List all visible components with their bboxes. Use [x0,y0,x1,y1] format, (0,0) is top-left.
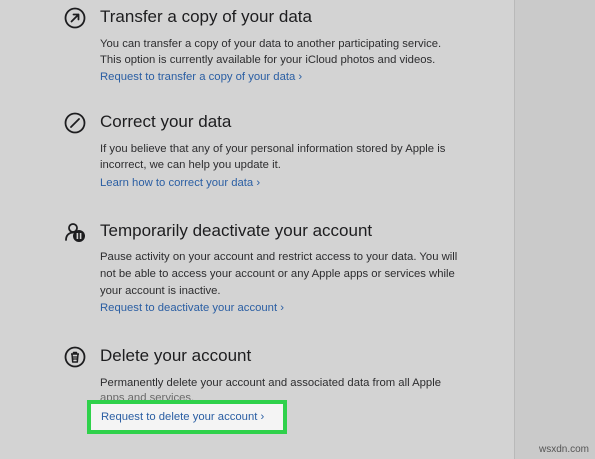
section-desc-line: your account is inactive. [100,285,221,297]
account-pause-icon [64,221,86,243]
edit-slash-icon [64,112,86,134]
section-title-correct: Correct your data [100,112,232,131]
section-desc-line: Pause activity on your account and restr… [100,251,458,263]
section-desc-line: If you believe that any of your personal… [100,143,446,155]
deactivate-account-link[interactable]: Request to deactivate your account › [100,301,284,315]
section-title-transfer: Transfer a copy of your data [100,7,312,26]
right-panel [515,0,595,459]
transfer-arrow-icon [64,7,86,29]
correct-data-link[interactable]: Learn how to correct your data › [100,176,260,190]
section-title-delete: Delete your account [100,346,252,365]
section-desc-line: not be able to access your account or an… [100,268,455,280]
watermark: wsxdn.com [538,444,589,455]
section-desc-line: incorrect, we can help you update it. [100,159,281,171]
content-area: Transfer a copy of your data You can tra… [0,0,515,459]
section-desc-line: Permanently delete your account and asso… [100,377,441,389]
delete-link-highlight: Request to delete your account › [87,400,287,434]
section-desc-line: You can transfer a copy of your data to … [100,38,442,50]
section-desc-line: This option is currently available for y… [100,54,436,66]
trash-icon [64,346,86,368]
section-title-deactivate: Temporarily deactivate your account [100,221,373,240]
delete-account-link[interactable]: Request to delete your account › [101,410,264,424]
transfer-data-link[interactable]: Request to transfer a copy of your data … [100,70,302,84]
